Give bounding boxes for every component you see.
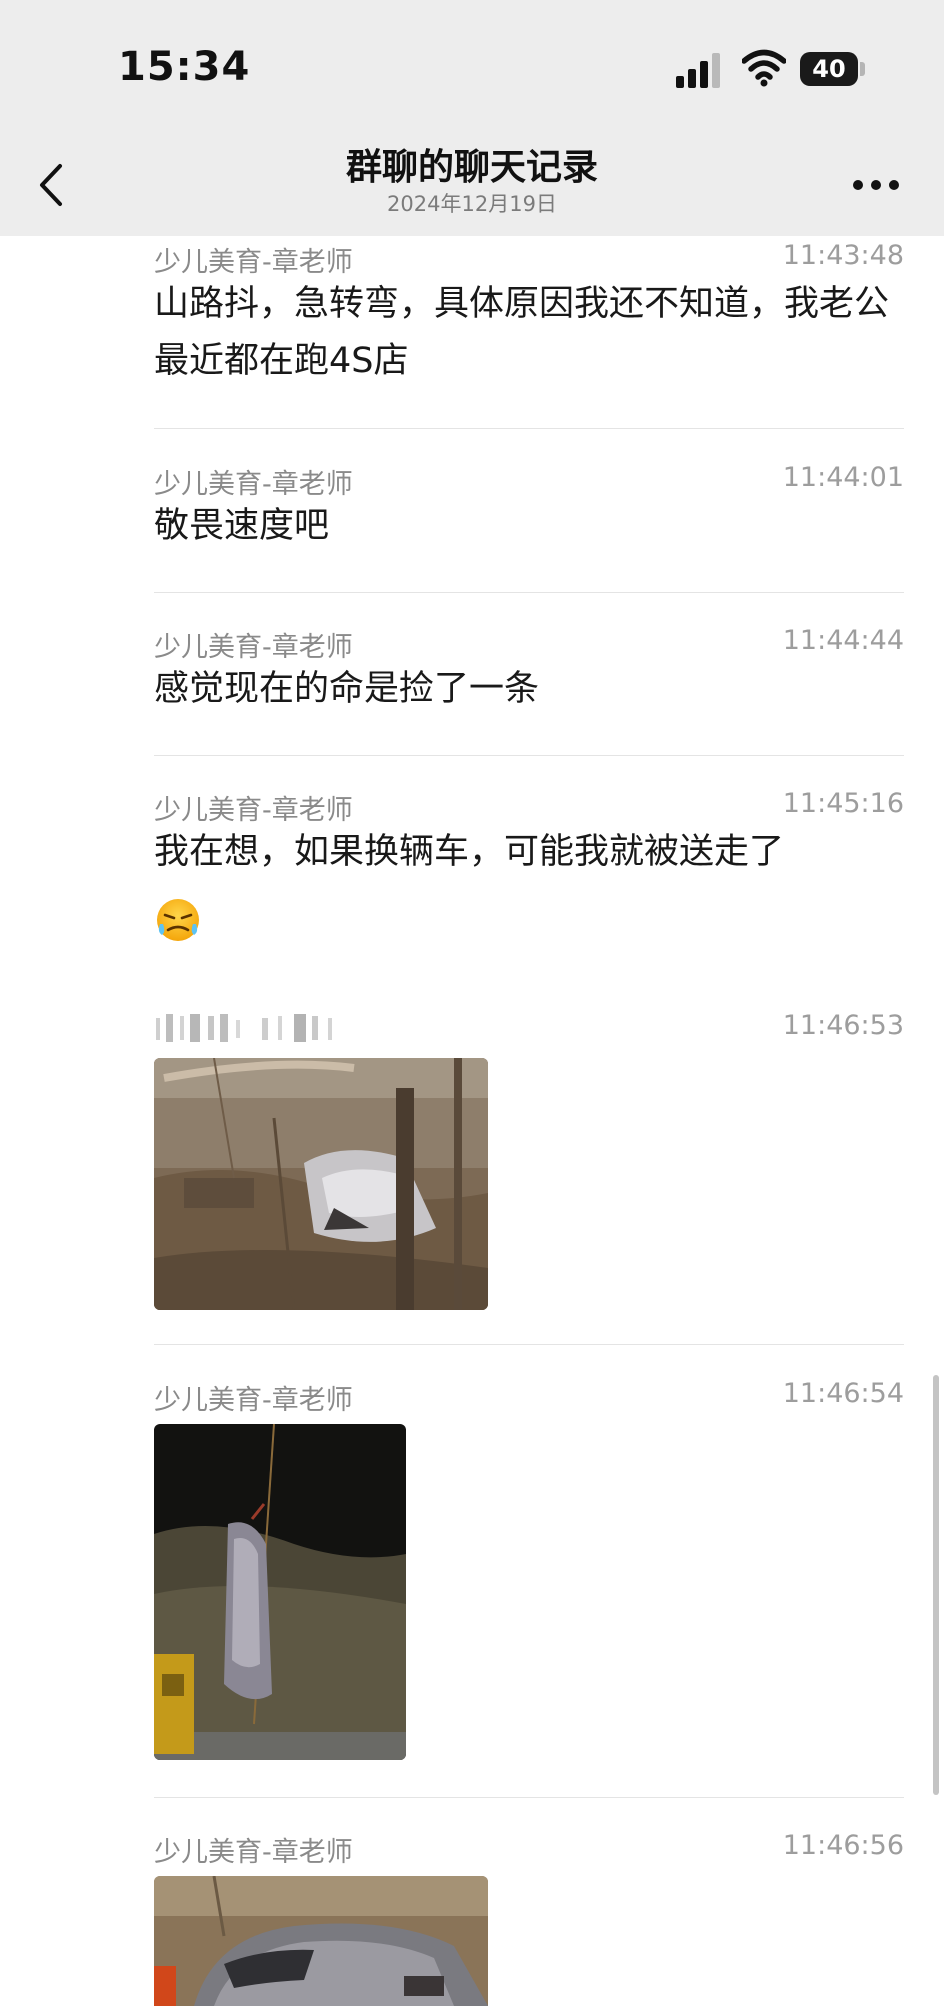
message-time: 11:44:01 (782, 462, 904, 493)
message-item[interactable]: 少儿美育-章老师 11:46:54 (154, 1378, 904, 1763)
scrollbar[interactable] (933, 1375, 939, 1795)
message-text: 山路抖，急转弯，具体原因我还不知道，我老公最近都在跑4S店 (154, 284, 890, 381)
status-time: 15:34 (118, 44, 251, 90)
message-item[interactable]: 少儿美育-章老师 11:46:56 (154, 1830, 904, 2006)
page-subtitle: 2024年12月19日 (387, 192, 557, 216)
message-time: 11:46:53 (782, 1010, 904, 1041)
divider (154, 755, 904, 756)
message-text: 感觉现在的命是捡了一条 (154, 669, 540, 709)
status-bar: 15:34 40 (0, 0, 944, 140)
crying-face-emoji (157, 899, 199, 941)
sender-name: 少儿美育-章老师 (154, 1837, 353, 1868)
signal-icon (676, 53, 720, 88)
divider (154, 1344, 904, 1345)
message-time: 11:46:54 (782, 1378, 904, 1409)
message-time: 11:46:56 (782, 1830, 904, 1861)
message-time: 11:43:48 (782, 240, 904, 271)
divider (154, 428, 904, 429)
blurred-sender-name (156, 1014, 332, 1042)
message-text: 敬畏速度吧 (154, 506, 330, 546)
divider (154, 1797, 904, 1798)
damaged-car-closeup-photo[interactable] (154, 1876, 488, 2006)
crashed-car-in-woods-photo[interactable] (154, 1058, 488, 1310)
message-text: 我在想，如果换辆车，可能我就被送走了 (154, 832, 785, 872)
message-item[interactable]: 11:46:53 (154, 1010, 904, 1310)
sender-name: 少儿美育-章老师 (154, 1385, 353, 1416)
message-time: 11:45:16 (782, 788, 904, 819)
message-time: 11:44:44 (782, 625, 904, 656)
message-item[interactable]: 少儿美育-章老师 11:45:16 我在想，如果换辆车，可能我就被送走了 (154, 788, 904, 963)
page-title: 群聊的聊天记录 (345, 147, 598, 188)
message-item[interactable]: 少儿美育-章老师 11:44:44 感觉现在的命是捡了一条 (154, 625, 904, 725)
sender-name: 少儿美育-章老师 (154, 795, 353, 826)
divider (154, 592, 904, 593)
sender-name: 少儿美育-章老师 (154, 632, 353, 663)
car-lifted-by-crane-photo[interactable] (154, 1424, 406, 1760)
nav-bar: 群聊的聊天记录 2024年12月19日 (0, 140, 944, 236)
sender-name: 少儿美育-章老师 (154, 469, 353, 500)
battery-icon: 40 (800, 52, 858, 86)
sender-name: 少儿美育-章老师 (154, 247, 353, 278)
message-item[interactable]: 少儿美育-章老师 11:44:01 敬畏速度吧 (154, 462, 904, 562)
battery-cap (860, 62, 865, 76)
more-dots-icon[interactable] (852, 178, 900, 192)
message-item[interactable]: 少儿美育-章老师 11:43:48 山路抖，急转弯，具体原因我还不知道，我老公最… (154, 240, 904, 390)
wifi-icon (742, 49, 786, 87)
